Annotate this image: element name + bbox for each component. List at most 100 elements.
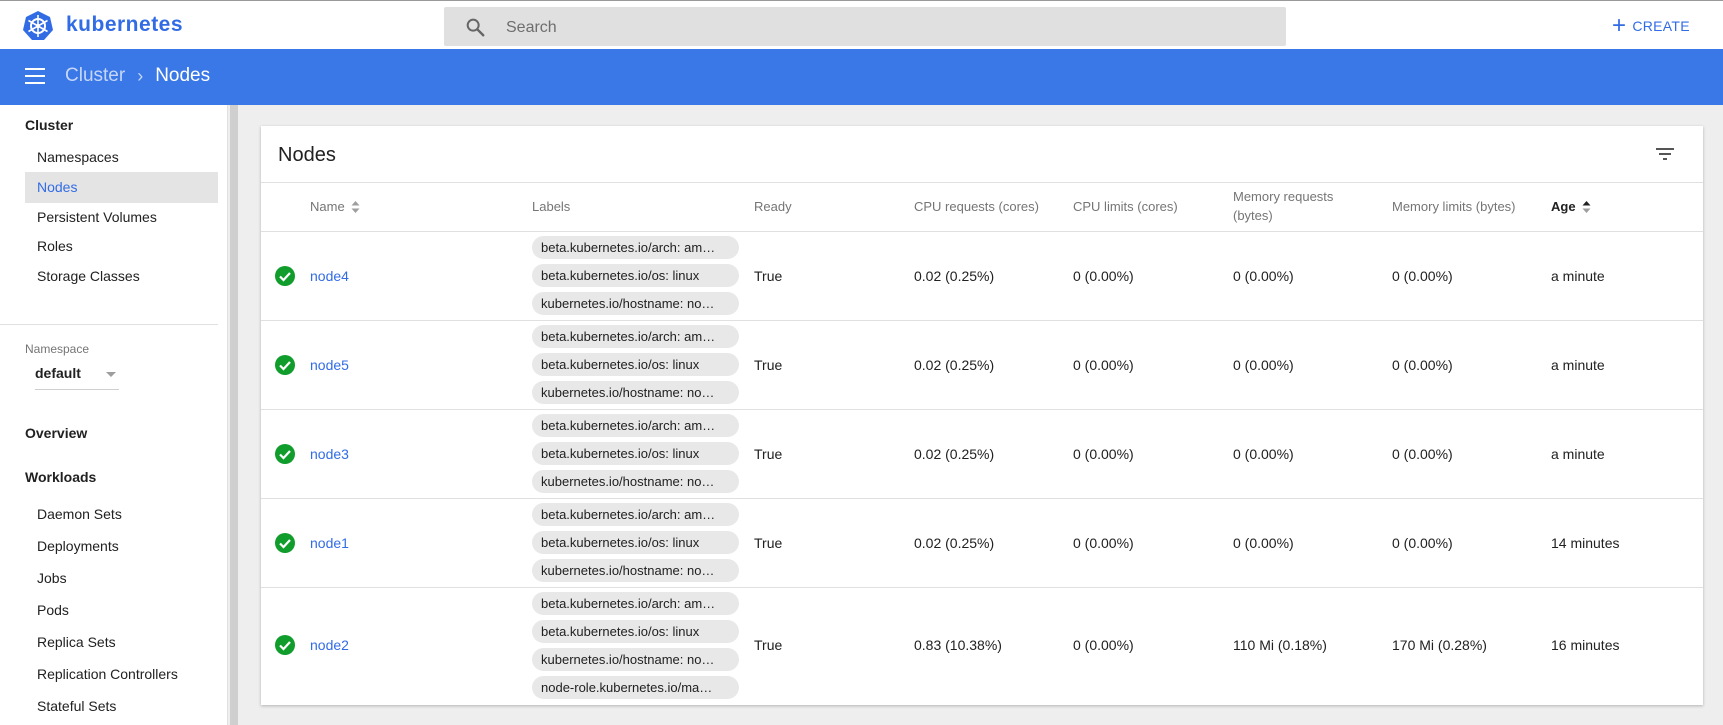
sidebar-divider xyxy=(0,324,218,325)
ready-value: True xyxy=(754,268,783,284)
cpu-limits-value: 0 (0.00%) xyxy=(1073,357,1134,373)
age-value: a minute xyxy=(1551,357,1605,373)
sidebar-item-nodes[interactable]: Nodes xyxy=(25,172,218,203)
memory-limits-value: 0 (0.00%) xyxy=(1392,535,1453,551)
namespace-select[interactable]: default xyxy=(35,365,119,390)
chevron-right-icon: › xyxy=(137,65,144,86)
breadcrumb: Cluster › Nodes xyxy=(65,65,210,87)
sort-icon xyxy=(1582,200,1591,213)
table-row[interactable]: node4 beta.kubernetes.io/arch: am… beta.… xyxy=(261,232,1703,321)
breadcrumb-cluster[interactable]: Cluster xyxy=(65,65,125,87)
label-chip[interactable]: kubernetes.io/hostname: no… xyxy=(532,381,739,404)
label-chip[interactable]: beta.kubernetes.io/arch: am… xyxy=(532,325,739,348)
memory-requests-value: 0 (0.00%) xyxy=(1233,535,1294,551)
label-chip[interactable]: beta.kubernetes.io/os: linux xyxy=(532,442,739,465)
search-icon xyxy=(466,18,485,37)
label-chip[interactable]: beta.kubernetes.io/os: linux xyxy=(532,620,739,643)
sidebar: Cluster Namespaces Nodes Persistent Volu… xyxy=(0,105,228,725)
check-circle-icon xyxy=(275,444,295,464)
column-label-name: Name xyxy=(310,199,345,214)
label-chip[interactable]: kubernetes.io/hostname: no… xyxy=(532,559,739,582)
table-row[interactable]: node3 beta.kubernetes.io/arch: am… beta.… xyxy=(261,410,1703,499)
search-bar[interactable] xyxy=(444,7,1286,48)
sidebar-item-roles[interactable]: Roles xyxy=(25,231,218,262)
ready-value: True xyxy=(754,357,783,373)
sidebar-item-deployments[interactable]: Deployments xyxy=(25,531,218,562)
cpu-requests-value: 0.02 (0.25%) xyxy=(914,446,995,462)
label-chip[interactable]: beta.kubernetes.io/arch: am… xyxy=(532,414,739,437)
cpu-limits-value: 0 (0.00%) xyxy=(1073,446,1134,462)
label-chip[interactable]: node-role.kubernetes.io/ma… xyxy=(532,676,739,699)
node-name-link[interactable]: node5 xyxy=(310,357,349,373)
column-label-memory-requests-unit: (bytes) xyxy=(1233,208,1273,223)
create-label: CREATE xyxy=(1632,18,1690,34)
memory-requests-value: 110 Mi (0.18%) xyxy=(1233,637,1327,653)
label-chip[interactable]: beta.kubernetes.io/os: linux xyxy=(532,531,739,554)
label-chip[interactable]: beta.kubernetes.io/os: linux xyxy=(532,264,739,287)
plus-icon: + xyxy=(1612,12,1627,39)
node-name-link[interactable]: node4 xyxy=(310,268,349,284)
column-header-age[interactable]: Age xyxy=(1551,197,1591,216)
create-button[interactable]: + CREATE xyxy=(1612,14,1690,38)
ready-value: True xyxy=(754,446,783,462)
sidebar-item-namespaces[interactable]: Namespaces xyxy=(25,142,218,173)
sidebar-heading-cluster[interactable]: Cluster xyxy=(25,117,73,133)
hamburger-menu-icon[interactable] xyxy=(25,68,45,84)
cpu-requests-value: 0.02 (0.25%) xyxy=(914,535,995,551)
breadcrumb-nodes: Nodes xyxy=(155,65,211,86)
table-row[interactable]: node2 beta.kubernetes.io/arch: am… beta.… xyxy=(261,588,1703,703)
sidebar-item-storage-classes[interactable]: Storage Classes xyxy=(25,261,218,292)
memory-limits-value: 0 (0.00%) xyxy=(1392,357,1453,373)
sidebar-heading-workloads[interactable]: Workloads xyxy=(25,469,96,485)
sidebar-item-jobs[interactable]: Jobs xyxy=(25,563,218,594)
kubernetes-logo-icon[interactable] xyxy=(22,10,54,42)
sidebar-item-replication-controllers[interactable]: Replication Controllers xyxy=(25,659,218,690)
top-bar: kubernetes + CREATE xyxy=(0,0,1723,49)
column-header-name[interactable]: Name xyxy=(310,197,360,216)
card-title: Nodes xyxy=(278,144,336,166)
sidebar-item-daemon-sets[interactable]: Daemon Sets xyxy=(25,499,218,530)
search-input[interactable] xyxy=(504,7,1268,48)
column-header-memory-requests: Memory requests (bytes) xyxy=(1233,187,1333,225)
check-circle-icon xyxy=(275,266,295,286)
label-chip[interactable]: beta.kubernetes.io/os: linux xyxy=(532,353,739,376)
table-row[interactable]: node5 beta.kubernetes.io/arch: am… beta.… xyxy=(261,321,1703,410)
sidebar-item-stateful-sets[interactable]: Stateful Sets xyxy=(25,691,218,722)
label-chip[interactable]: beta.kubernetes.io/arch: am… xyxy=(532,592,739,615)
column-label-memory-requests: Memory requests xyxy=(1233,189,1334,204)
label-chip[interactable]: beta.kubernetes.io/arch: am… xyxy=(532,503,739,526)
column-label-age: Age xyxy=(1551,199,1576,214)
filter-icon[interactable] xyxy=(1655,146,1675,162)
cpu-limits-value: 0 (0.00%) xyxy=(1073,268,1134,284)
sidebar-item-pods[interactable]: Pods xyxy=(25,595,218,626)
table-row[interactable]: node1 beta.kubernetes.io/arch: am… beta.… xyxy=(261,499,1703,588)
cpu-limits-value: 0 (0.00%) xyxy=(1073,637,1134,653)
label-chip[interactable]: kubernetes.io/hostname: no… xyxy=(532,292,739,315)
sidebar-scrollbar[interactable] xyxy=(230,105,238,725)
sidebar-item-replica-sets[interactable]: Replica Sets xyxy=(25,627,218,658)
nav-bar: Cluster › Nodes xyxy=(0,49,1723,105)
age-value: a minute xyxy=(1551,446,1605,462)
memory-requests-value: 0 (0.00%) xyxy=(1233,446,1294,462)
node-name-link[interactable]: node2 xyxy=(310,637,349,653)
node-name-link[interactable]: node3 xyxy=(310,446,349,462)
label-chip[interactable]: kubernetes.io/hostname: no… xyxy=(532,470,739,493)
column-header-ready: Ready xyxy=(754,199,792,214)
age-value: 16 minutes xyxy=(1551,637,1620,653)
column-header-cpu-requests: CPU requests (cores) xyxy=(914,199,1039,214)
sidebar-item-persistent-volumes[interactable]: Persistent Volumes xyxy=(25,202,218,233)
memory-limits-value: 0 (0.00%) xyxy=(1392,268,1453,284)
cpu-requests-value: 0.02 (0.25%) xyxy=(914,268,995,284)
cpu-requests-value: 0.02 (0.25%) xyxy=(914,357,995,373)
column-header-labels: Labels xyxy=(532,199,571,214)
check-circle-icon xyxy=(275,533,295,553)
label-chip[interactable]: kubernetes.io/hostname: no… xyxy=(532,648,739,671)
brand-name[interactable]: kubernetes xyxy=(66,13,183,37)
memory-limits-value: 0 (0.00%) xyxy=(1392,446,1453,462)
node-name-link[interactable]: node1 xyxy=(310,535,349,551)
namespace-value: default xyxy=(35,365,81,381)
memory-limits-value: 170 Mi (0.28%) xyxy=(1392,637,1487,653)
sidebar-item-overview[interactable]: Overview xyxy=(25,425,87,441)
label-chip[interactable]: beta.kubernetes.io/arch: am… xyxy=(532,236,739,259)
memory-requests-value: 0 (0.00%) xyxy=(1233,268,1294,284)
